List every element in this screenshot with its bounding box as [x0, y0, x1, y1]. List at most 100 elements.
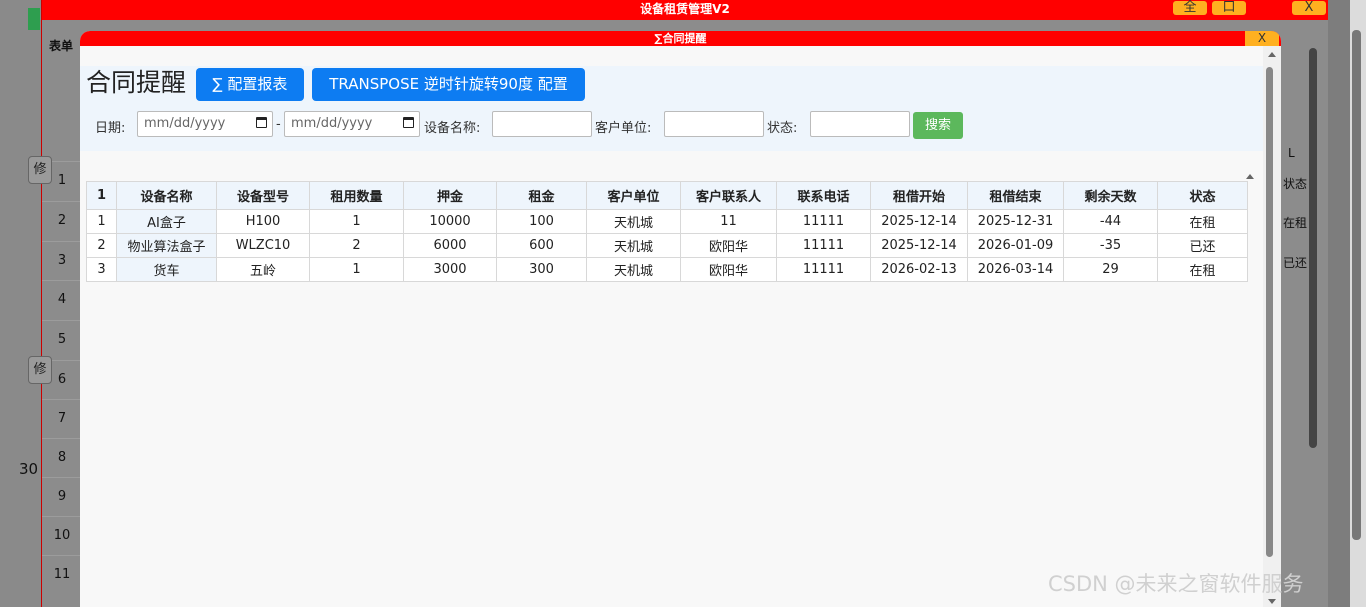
- contract-table: 1 设备名称 设备型号 租用数量 押金 租金 客户单位 客户联系人 联系电话 租…: [86, 181, 1248, 282]
- column-header: 1: [86, 181, 117, 210]
- date-from-input[interactable]: mm/dd/yyyy: [137, 111, 273, 137]
- sheet-row-number: 11: [42, 555, 82, 594]
- page-title: 合同提醒: [86, 68, 187, 97]
- deposit-cell: 10000: [403, 209, 497, 234]
- date-separator: -: [276, 117, 281, 132]
- customer-input[interactable]: [664, 111, 764, 137]
- status-cell: 在租: [1157, 209, 1248, 234]
- sheet-row-number: 3: [42, 241, 82, 280]
- column-header[interactable]: 设备型号: [216, 181, 310, 210]
- rent-cell: 600: [496, 233, 587, 258]
- quantity-cell: 1: [309, 209, 404, 234]
- status-cell: 在租: [1157, 257, 1248, 282]
- status-label: 状态:: [767, 121, 798, 136]
- transpose-config-button[interactable]: TRANSPOSE 逆时针旋转90度 配置: [312, 68, 585, 101]
- table-row[interactable]: 1 AI盒子 H100 1 10000 100 天机城 11 11111 202…: [86, 209, 1248, 234]
- date-to-placeholder: mm/dd/yyyy: [291, 116, 373, 131]
- dialog-close-button[interactable]: X: [1245, 31, 1279, 46]
- phone-cell: 11111: [776, 257, 871, 282]
- device-name-cell: 物业算法盒子: [116, 233, 217, 258]
- sheet-row-number: 8: [42, 438, 82, 477]
- status-input[interactable]: [810, 111, 910, 137]
- background-column-header: L: [1288, 146, 1295, 160]
- outer-scrollbar[interactable]: [1309, 48, 1317, 448]
- outer-close-button[interactable]: X: [1292, 1, 1326, 15]
- sheet-row-number: 10: [42, 516, 82, 555]
- end-date-cell: 2026-03-14: [967, 257, 1064, 282]
- days-left-cell: 29: [1063, 257, 1158, 282]
- deposit-cell: 6000: [403, 233, 497, 258]
- date-to-input[interactable]: mm/dd/yyyy: [284, 111, 420, 137]
- form-label: 表单: [49, 39, 74, 53]
- background-status-cell: 在租: [1283, 216, 1308, 230]
- watermark: CSDN @未来之窗软件服务: [1048, 572, 1304, 596]
- column-header[interactable]: 状态: [1157, 181, 1248, 210]
- calendar-icon[interactable]: [403, 117, 414, 128]
- days-left-cell: -44: [1063, 209, 1158, 234]
- customer-cell: 天机城: [586, 209, 681, 234]
- search-button[interactable]: 搜索: [913, 112, 963, 139]
- start-date-cell: 2026-02-13: [870, 257, 968, 282]
- start-date-cell: 2025-12-14: [870, 233, 968, 258]
- sheet-row-number: 9: [42, 477, 82, 516]
- page-scrollbar-thumb[interactable]: [1352, 30, 1361, 540]
- side-edit-button[interactable]: 修: [28, 356, 52, 384]
- row-index: 1: [86, 209, 117, 234]
- column-header[interactable]: 联系电话: [776, 181, 871, 210]
- column-header[interactable]: 剩余天数: [1063, 181, 1158, 210]
- table-row[interactable]: 2 物业算法盒子 WLZC10 2 6000 600 天机城 欧阳华 11111…: [86, 233, 1248, 258]
- column-header[interactable]: 客户联系人: [680, 181, 777, 210]
- contract-reminder-dialog: ∑合同提醒 X 合同提醒 ∑ 配置报表 TRANSPOSE 逆时针旋转90度 配…: [80, 31, 1281, 607]
- sheet-row-number: 5: [42, 320, 82, 359]
- device-model-cell: WLZC10: [216, 233, 310, 258]
- quantity-cell: 1: [309, 257, 404, 282]
- table-scroll-up-icon[interactable]: [1246, 174, 1254, 179]
- desktop-background: [0, 0, 41, 607]
- table-row[interactable]: 3 货车 五岭 1 3000 300 天机城 欧阳华 11111 2026-02…: [86, 257, 1248, 282]
- row-index: 2: [86, 233, 117, 258]
- sheet-row-number: 4: [42, 280, 82, 319]
- app-logo-icon: [28, 8, 40, 30]
- configure-report-button[interactable]: ∑ 配置报表: [196, 68, 304, 101]
- date-label: 日期:: [95, 121, 126, 136]
- outer-window-title: 设备租赁管理V2: [42, 0, 1328, 20]
- column-header[interactable]: 租金: [496, 181, 587, 210]
- column-header[interactable]: 租借结束: [967, 181, 1064, 210]
- phone-cell: 11111: [776, 233, 871, 258]
- contact-cell: 欧阳华: [680, 257, 777, 282]
- background-status-header: 状态: [1283, 177, 1308, 191]
- column-header[interactable]: 设备名称: [116, 181, 217, 210]
- date-from-placeholder: mm/dd/yyyy: [144, 116, 226, 131]
- customer-cell: 天机城: [586, 257, 681, 282]
- fullscreen-button[interactable]: 全: [1173, 1, 1207, 15]
- column-header[interactable]: 押金: [403, 181, 497, 210]
- dialog-header-area: 合同提醒 ∑ 配置报表 TRANSPOSE 逆时针旋转90度 配置 日期: mm…: [80, 66, 1263, 151]
- scroll-down-arrow-icon[interactable]: [1268, 599, 1276, 604]
- end-date-cell: 2025-12-31: [967, 209, 1064, 234]
- maximize-button[interactable]: 口: [1212, 1, 1246, 15]
- column-header[interactable]: 租借开始: [870, 181, 968, 210]
- side-edit-button[interactable]: 修: [28, 156, 52, 184]
- calendar-icon[interactable]: [256, 117, 267, 128]
- dialog-content: 合同提醒 ∑ 配置报表 TRANSPOSE 逆时针旋转90度 配置 日期: mm…: [80, 46, 1263, 607]
- column-header[interactable]: 客户单位: [586, 181, 681, 210]
- dialog-scrollbar-thumb[interactable]: [1266, 67, 1273, 557]
- background-status-cell: 已还: [1283, 256, 1308, 270]
- customer-cell: 天机城: [586, 233, 681, 258]
- scroll-up-arrow-icon[interactable]: [1268, 52, 1276, 57]
- device-model-cell: H100: [216, 209, 310, 234]
- sheet-row-number: 2: [42, 201, 82, 240]
- side-value: 30: [19, 460, 39, 478]
- device-name-input[interactable]: [492, 111, 592, 137]
- column-header[interactable]: 租用数量: [309, 181, 404, 210]
- table-header-row: 1 设备名称 设备型号 租用数量 押金 租金 客户单位 客户联系人 联系电话 租…: [86, 181, 1248, 210]
- contact-cell: 欧阳华: [680, 233, 777, 258]
- start-date-cell: 2025-12-14: [870, 209, 968, 234]
- end-date-cell: 2026-01-09: [967, 233, 1064, 258]
- days-left-cell: -35: [1063, 233, 1158, 258]
- deposit-cell: 3000: [403, 257, 497, 282]
- status-cell: 已还: [1157, 233, 1248, 258]
- device-name-label: 设备名称:: [424, 121, 481, 136]
- phone-cell: 11111: [776, 209, 871, 234]
- contact-cell: 11: [680, 209, 777, 234]
